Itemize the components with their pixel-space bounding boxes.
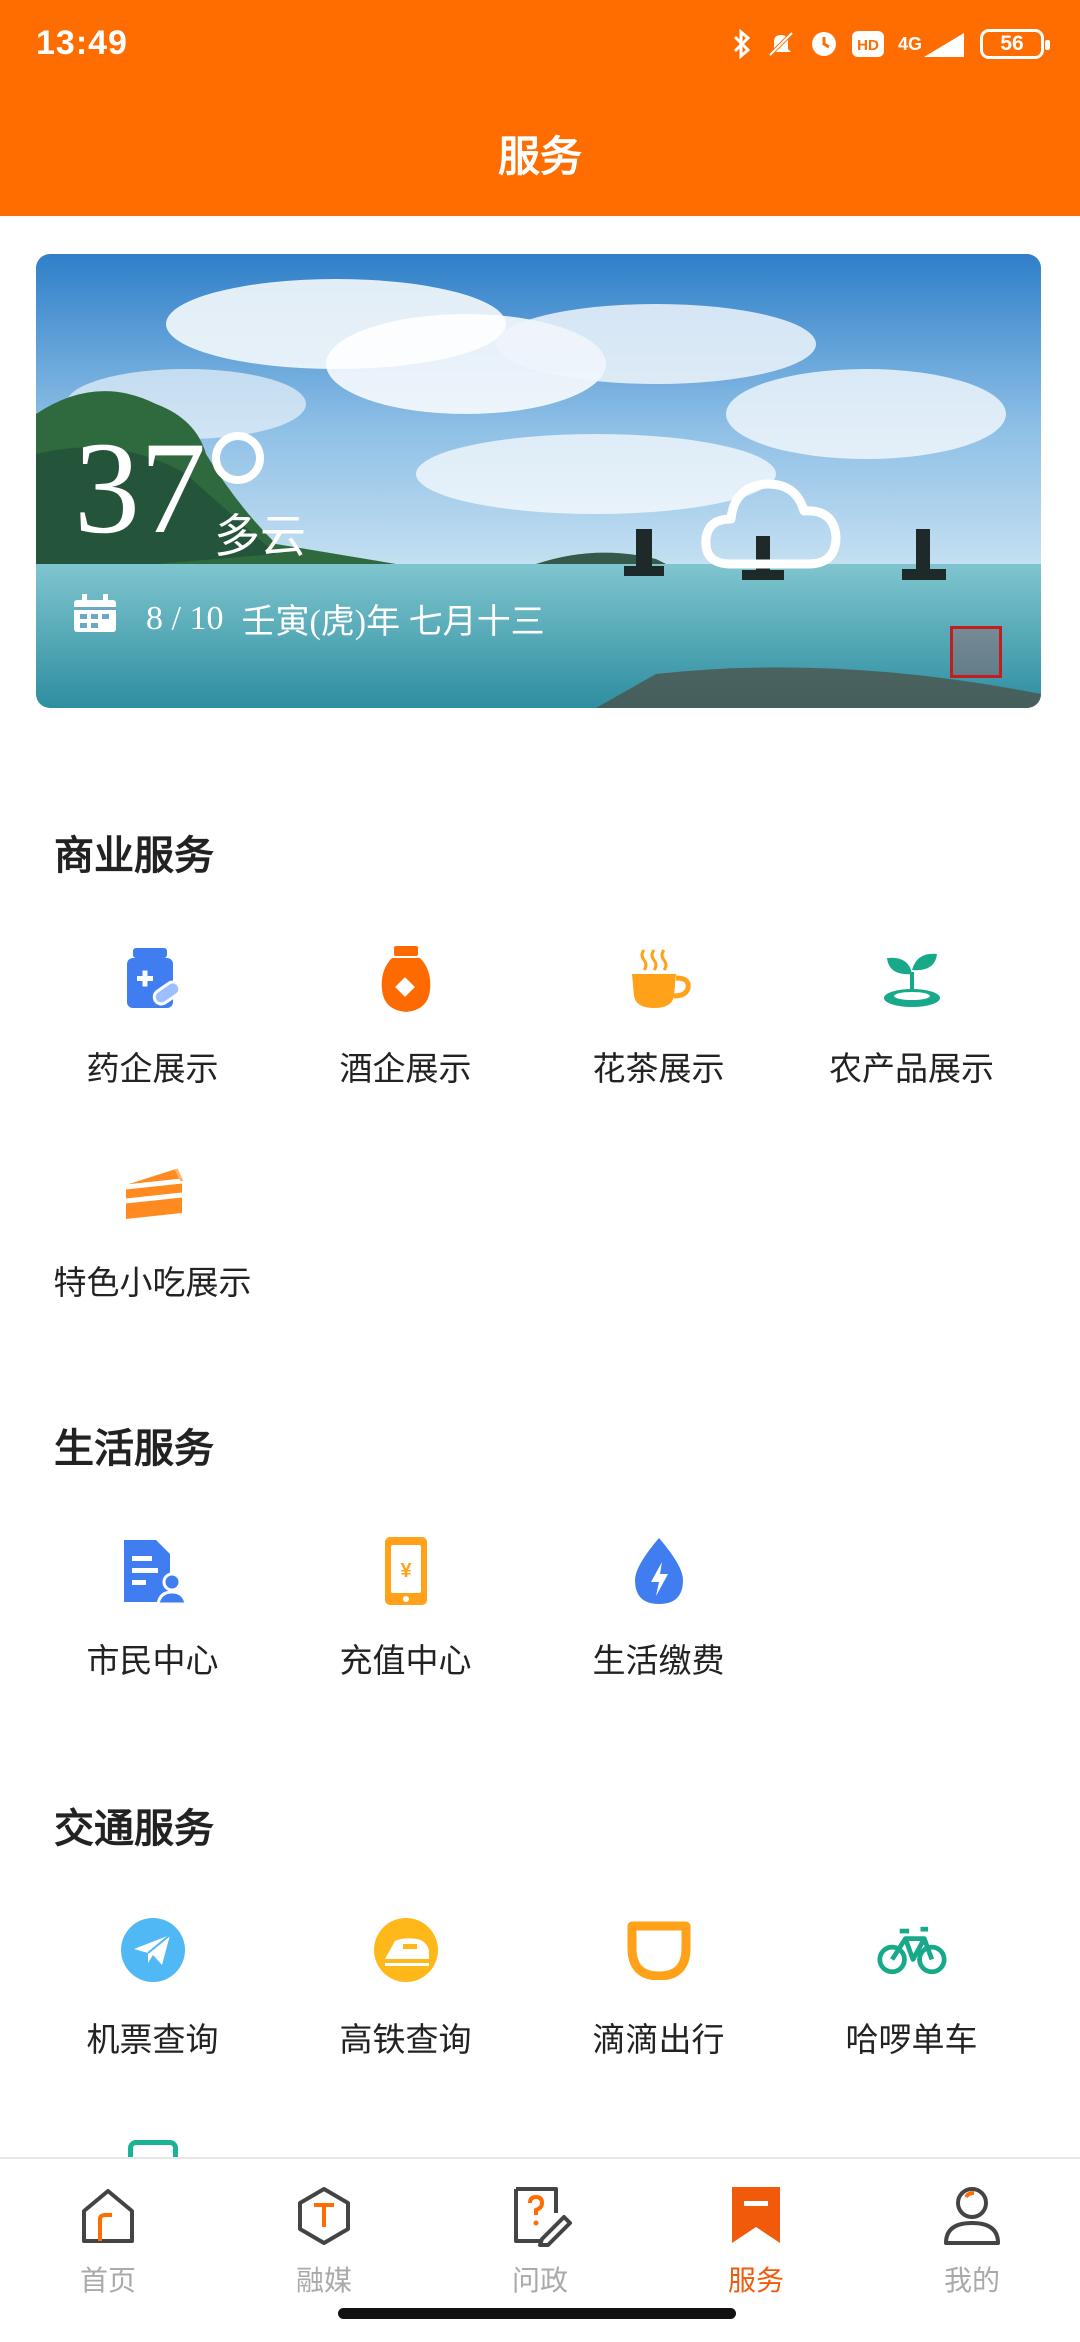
nav-label: 问政 [511, 2265, 568, 2296]
date-row: 8 / 10 壬寅(虎)年 七月十三 [72, 594, 545, 643]
service-item-recharge[interactable]: ¥ 充值中心 [279, 1536, 532, 1696]
bicycle-icon [876, 1915, 947, 1985]
phone-recharge-icon: ¥ [371, 1536, 441, 1606]
temperature-value: 37 [74, 414, 206, 561]
service-item-tea[interactable]: 花茶展示 [532, 944, 785, 1104]
service-label: 高铁查询 [339, 2021, 472, 2058]
app-header: 服务 [0, 90, 1080, 216]
nav-label: 服务 [727, 2265, 784, 2296]
bluetooth-icon [732, 28, 752, 60]
plane-ticket-icon [118, 1915, 188, 1985]
profile-icon [944, 2187, 1000, 2245]
service-item-pharma[interactable]: 药企展示 [26, 944, 279, 1104]
home-indicator[interactable] [338, 2308, 736, 2319]
svg-text:HD: HD [857, 37, 879, 54]
service-label: 药企展示 [86, 1050, 219, 1087]
nav-label: 融媒 [295, 2265, 352, 2296]
status-bar: 13:49 HD 4G 56 [0, 0, 1080, 90]
service-label: 市民中心 [86, 1642, 219, 1679]
service-item-agri[interactable]: 农产品展示 [785, 944, 1038, 1104]
nav-profile[interactable]: 我的 [864, 2177, 1080, 2297]
red-seal-stamp [950, 626, 1002, 678]
hd-icon: HD [851, 31, 884, 57]
service-label: 农产品展示 [829, 1050, 994, 1087]
nav-label: 我的 [943, 2265, 1000, 2296]
mute-icon [766, 29, 796, 59]
nav-media[interactable]: 融媒 [216, 2177, 432, 2297]
cake-icon [118, 1158, 188, 1228]
weather-card[interactable]: 37 多云 8 / 10 壬寅(虎)年 七月十三 [36, 254, 1041, 708]
inquiry-icon [514, 2187, 572, 2247]
service-label: 特色小吃展示 [53, 1264, 252, 1301]
lunar-date: 壬寅(虎)年 七月十三 [241, 604, 545, 641]
service-item-didi[interactable]: 滴滴出行 [532, 1915, 785, 2075]
service-label: 机票查询 [86, 2021, 219, 2058]
battery-level: 56 [1000, 32, 1024, 55]
service-label: 哈啰单车 [845, 2021, 978, 2058]
nav-service[interactable]: 服务 [648, 2177, 864, 2297]
service-bookmark-icon [732, 2187, 780, 2243]
home-icon [82, 2189, 134, 2243]
citizen-card-icon [118, 1536, 188, 1606]
network-type: 4G [897, 34, 922, 54]
service-item-flight[interactable]: 机票查询 [26, 1915, 279, 2075]
signal-icon: 4G [898, 29, 966, 59]
status-icons: HD 4G 56 [732, 22, 1050, 66]
page-title: 服务 [497, 132, 582, 180]
service-item-rail[interactable]: 高铁查询 [279, 1915, 532, 2075]
didi-icon [624, 1915, 694, 1985]
degree-symbol [212, 432, 264, 484]
service-label: 滴滴出行 [592, 2021, 725, 2058]
gregorian-date: 8 / 10 [146, 599, 224, 637]
service-item-utility[interactable]: 生活缴费 [532, 1536, 785, 1696]
status-time: 13:49 [36, 24, 128, 62]
service-label: 充值中心 [339, 1642, 472, 1679]
service-item-citizen[interactable]: 市民中心 [26, 1536, 279, 1696]
service-item-wine[interactable]: 酒企展示 [279, 944, 532, 1104]
tea-cup-icon [624, 944, 694, 1014]
nav-inquiry[interactable]: 问政 [432, 2177, 648, 2297]
medicine-icon [118, 944, 188, 1014]
alarm-icon [810, 30, 838, 58]
wine-jar-icon [371, 944, 441, 1014]
service-label: 生活缴费 [592, 1642, 725, 1679]
service-item-hellobike[interactable]: 哈啰单车 [785, 1915, 1038, 2075]
service-item-snack[interactable]: 特色小吃展示 [26, 1158, 279, 1318]
nav-home[interactable]: 首页 [0, 2177, 216, 2297]
battery-icon: 56 [980, 29, 1050, 59]
high-speed-rail-icon [371, 1915, 441, 1985]
sprout-icon [877, 944, 947, 1014]
section-title-business: 商业服务 [54, 834, 214, 878]
service-label: 酒企展示 [339, 1050, 472, 1087]
service-label: 花茶展示 [592, 1050, 725, 1087]
svg-text:¥: ¥ [400, 1560, 412, 1582]
utility-drop-icon [624, 1536, 694, 1606]
section-title-transport: 交通服务 [54, 1807, 214, 1851]
calendar-icon [72, 594, 118, 643]
nav-label: 首页 [79, 2265, 136, 2296]
cloud-icon [696, 469, 846, 584]
media-icon [298, 2187, 350, 2245]
weather-condition: 多云 [214, 511, 306, 562]
section-title-life: 生活服务 [54, 1427, 214, 1471]
